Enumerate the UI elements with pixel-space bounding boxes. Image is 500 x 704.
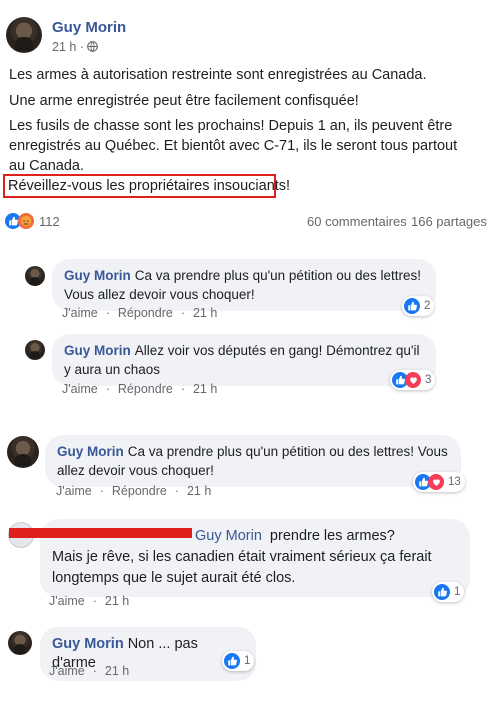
reply-link[interactable]: Répondre: [118, 382, 173, 396]
redaction-bar: [9, 528, 192, 538]
comment-reactions[interactable]: 13: [413, 472, 465, 492]
post-line-1: Les armes à autorisation restreinte sont…: [9, 67, 427, 83]
like-link[interactable]: J'aime: [49, 594, 85, 608]
comment-actions: J'aime · 21 h: [49, 664, 130, 678]
like-link[interactable]: J'aime: [56, 484, 92, 498]
post-line-4: Réveillez-vous les propriétaires insouci…: [8, 178, 291, 194]
comment-bubble: Guy Morin Allez voir vos députés en gang!…: [52, 334, 436, 386]
comment-reactions[interactable]: 3: [390, 370, 436, 390]
post-reaction-count: 112: [39, 213, 60, 229]
post-author-name[interactable]: Guy Morin: [52, 19, 126, 36]
comment-mention[interactable]: Guy Morin: [195, 528, 262, 544]
comment-actions: J'aime · Répondre · 21 h: [62, 382, 218, 396]
post-shares-count[interactable]: 166 partages: [411, 214, 487, 229]
reply-link[interactable]: Répondre: [118, 306, 173, 320]
comment-avatar[interactable]: [8, 631, 32, 655]
heart-reaction-icon: [405, 372, 421, 388]
comment-bubble: Guy Morin Ca va prendre plus qu'un pétiti…: [52, 259, 436, 311]
angry-reaction-icon: [18, 213, 34, 229]
like-link[interactable]: J'aime: [62, 306, 98, 320]
like-link[interactable]: J'aime: [49, 664, 85, 678]
comment-avatar[interactable]: [25, 266, 45, 286]
post-author-avatar[interactable]: [6, 17, 42, 53]
comment-author[interactable]: Guy Morin: [52, 636, 124, 652]
comment-bubble: Guy Morin Ca va prendre plus qu'un pétiti…: [45, 435, 461, 487]
comment-reactions[interactable]: 2: [402, 296, 435, 316]
heart-reaction-icon: [428, 474, 444, 490]
comment-actions: J'aime · 21 h: [49, 594, 130, 608]
comment-avatar[interactable]: [25, 340, 45, 360]
post-line-3: Les fusils de chasse sont les prochains!…: [9, 118, 458, 174]
comment-author[interactable]: Guy Morin: [64, 343, 131, 358]
comment-author[interactable]: Guy Morin: [57, 444, 124, 459]
comment-reactions[interactable]: 1: [222, 651, 255, 671]
comment-author[interactable]: Guy Morin: [64, 268, 131, 283]
reply-link[interactable]: Répondre: [112, 484, 167, 498]
comment-actions: J'aime · Répondre · 21 h: [62, 306, 218, 320]
comment-reactions[interactable]: 1: [432, 582, 465, 602]
post-reactions[interactable]: 112: [5, 213, 60, 229]
like-reaction-icon: [224, 653, 240, 669]
comment-text: prendre les armes?: [269, 528, 395, 544]
post-timestamp[interactable]: 21 h ·: [52, 40, 99, 54]
post-line-2: Une arme enregistrée peut être facilemen…: [9, 93, 359, 109]
globe-icon: [87, 41, 99, 52]
comment-avatar[interactable]: [7, 436, 39, 468]
like-reaction-icon: [404, 298, 420, 314]
like-reaction-icon: [434, 584, 450, 600]
comment-text: Mais je rêve, si les canadien était vrai…: [52, 549, 432, 586]
like-link[interactable]: J'aime: [62, 382, 98, 396]
post-comments-count[interactable]: 60 commentaires: [307, 214, 407, 229]
comment-actions: J'aime · Répondre · 21 h: [56, 484, 212, 498]
